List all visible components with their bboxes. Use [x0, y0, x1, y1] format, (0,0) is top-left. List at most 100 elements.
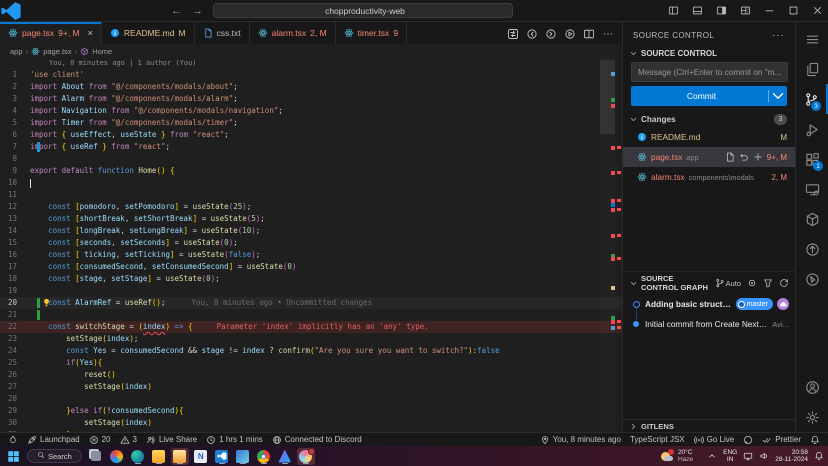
- commit-row[interactable]: Initial commit from Create Next AppAvi..…: [623, 314, 795, 334]
- graph-auto-toggle[interactable]: Auto: [715, 278, 741, 288]
- changed-file-README.md[interactable]: README.mdM: [623, 127, 795, 147]
- file-explorer-icon[interactable]: [150, 448, 168, 465]
- extensions-icon[interactable]: 1: [796, 144, 828, 174]
- status-item-prettier[interactable]: Prettier: [762, 435, 801, 445]
- commit-button[interactable]: Commit: [631, 86, 787, 106]
- status-item-live-share[interactable]: Live Share: [146, 435, 197, 445]
- run-icon[interactable]: [564, 27, 576, 39]
- status-item[interactable]: [743, 435, 753, 445]
- status-item[interactable]: [810, 435, 820, 445]
- command-center-search[interactable]: chopproductivity-web: [213, 3, 513, 18]
- tab-page.tsx[interactable]: page.tsx9+, M×: [0, 22, 102, 44]
- taskbar-search[interactable]: Search: [27, 449, 82, 463]
- branch-badge[interactable]: master: [736, 298, 773, 310]
- code-line[interactable]: 15 const [seconds, setSeconds] = useStat…: [0, 237, 622, 249]
- discard-icon[interactable]: [739, 152, 749, 162]
- record-icon[interactable]: [747, 278, 757, 288]
- sticky-notes-icon[interactable]: [171, 448, 189, 465]
- breadcrumb-item-page.tsx[interactable]: page.tsx: [31, 47, 71, 56]
- previous-change-icon[interactable]: [526, 27, 538, 39]
- code-editor[interactable]: You, 8 minutes ago | 1 author (You) 1'us…: [0, 58, 622, 432]
- cloud-upload-icon[interactable]: [777, 298, 789, 310]
- status-item-go-live[interactable]: Go Live: [694, 435, 735, 445]
- language-indicator[interactable]: ENG IN: [723, 449, 737, 463]
- code-line[interactable]: 10: [0, 177, 622, 189]
- code-line[interactable]: 6import { useEffect, useState } from "re…: [0, 129, 622, 141]
- breadcrumb-item-Home[interactable]: Home: [80, 47, 112, 56]
- code-line[interactable]: 28: [0, 393, 622, 405]
- lightbulb-icon[interactable]: [42, 298, 51, 307]
- tab-alarm.tsx[interactable]: alarm.tsx2, M: [250, 22, 336, 44]
- open-changes-icon[interactable]: [507, 27, 519, 39]
- nav-back-icon[interactable]: ←: [171, 5, 182, 17]
- code-line[interactable]: 26 reset(): [0, 369, 622, 381]
- commit-message-input[interactable]: [631, 62, 788, 82]
- scm-section-header[interactable]: SOURCE CONTROL: [623, 48, 795, 61]
- code-line[interactable]: 22 const switchStage = (index) => {Param…: [0, 321, 622, 333]
- code-line[interactable]: 27 setStage(index): [0, 381, 622, 393]
- account-icon[interactable]: [796, 372, 828, 402]
- tab-timer.tsx[interactable]: timer.tsx9: [336, 22, 407, 44]
- photos-icon[interactable]: [234, 448, 252, 465]
- clock-app-icon[interactable]: [297, 448, 315, 465]
- code-line[interactable]: 12 const [pomodoro, setPomodoro] = useSt…: [0, 201, 622, 213]
- codelens-annotation[interactable]: You, 8 minutes ago | 1 author (You): [49, 58, 622, 69]
- code-line[interactable]: 31 }: [0, 429, 622, 432]
- panel-right-icon[interactable]: [710, 1, 732, 21]
- code-line[interactable]: 17 const [consumedSecond, setConsumedSec…: [0, 261, 622, 273]
- status-item-20[interactable]: 20: [89, 435, 111, 445]
- commit-row[interactable]: Adding basic structure a...master: [623, 294, 795, 314]
- code-line[interactable]: 5import Timer from "@/components/modals/…: [0, 117, 622, 129]
- compass-icon[interactable]: [796, 234, 828, 264]
- code-line[interactable]: 18 const [stage, setStage] = useState(0)…: [0, 273, 622, 285]
- status-item-3[interactable]: 3: [120, 435, 137, 445]
- code-line[interactable]: 8: [0, 153, 622, 165]
- monitor-icon[interactable]: [743, 451, 753, 461]
- weather-widget[interactable]: 20°C Haze: [660, 449, 693, 463]
- tab-README.md[interactable]: README.mdM: [102, 22, 195, 44]
- status-item-you-8-minutes-ago[interactable]: You, 8 minutes ago: [540, 435, 621, 445]
- vscode-icon[interactable]: [213, 448, 231, 465]
- status-item-connected-to-discord[interactable]: Connected to Discord: [272, 435, 362, 445]
- panel-left-icon[interactable]: [662, 1, 684, 21]
- code-line[interactable]: 2import About from "@/components/modals/…: [0, 81, 622, 93]
- code-line[interactable]: 3import Alarm from "@/components/modals/…: [0, 93, 622, 105]
- code-line[interactable]: 23 setStage(index);: [0, 333, 622, 345]
- tab-css.txt[interactable]: css.txt: [195, 22, 250, 44]
- code-line[interactable]: 13 const [shortBreak, setShortBreak] = u…: [0, 213, 622, 225]
- changed-file-page.tsx[interactable]: page.tsxapp9+, M: [623, 147, 795, 167]
- chrome-icon[interactable]: [255, 448, 273, 465]
- layout-icon[interactable]: [734, 1, 756, 21]
- code-line[interactable]: 21: [0, 309, 622, 321]
- goto-file-icon[interactable]: [725, 152, 735, 162]
- code-line[interactable]: 24 const Yes = consumedSecond && stage !…: [0, 345, 622, 357]
- clock[interactable]: 20:58 28-11-2024: [775, 449, 808, 463]
- scm-graph-header[interactable]: SOURCE CONTROL GRAPH Auto: [623, 271, 795, 294]
- split-editor-icon[interactable]: [583, 27, 595, 39]
- status-item-1-hrs-1-mins[interactable]: 1 hrs 1 mins: [206, 435, 263, 445]
- canva-icon[interactable]: [276, 448, 294, 465]
- code-line[interactable]: 9export default function Home() {: [0, 165, 622, 177]
- cube-icon[interactable]: [796, 204, 828, 234]
- copilot-icon[interactable]: [108, 448, 126, 465]
- settings-gear-icon[interactable]: [796, 402, 828, 432]
- close-icon[interactable]: [806, 1, 828, 21]
- minimap[interactable]: [600, 58, 615, 432]
- changes-section-header[interactable]: Changes 3: [623, 112, 795, 127]
- status-item-typescript-jsx[interactable]: TypeScript JSX: [630, 435, 685, 445]
- code-line[interactable]: 20 const AlarmRef = useRef();You, 8 minu…: [0, 297, 622, 309]
- tray-caret-up-icon[interactable]: [707, 451, 717, 461]
- plus-icon[interactable]: [753, 152, 763, 162]
- debug-icon[interactable]: [796, 114, 828, 144]
- code-line[interactable]: 19: [0, 285, 622, 297]
- maximize-icon[interactable]: [782, 1, 804, 21]
- more-actions-icon[interactable]: ···: [772, 30, 785, 41]
- panel-bottom-icon[interactable]: [686, 1, 708, 21]
- live-pointer-icon[interactable]: [796, 264, 828, 294]
- notification-bell-icon[interactable]: [814, 451, 824, 461]
- code-line[interactable]: 30 setStage(index): [0, 417, 622, 429]
- speaker-icon[interactable]: [759, 451, 769, 461]
- filter-icon[interactable]: [763, 278, 773, 288]
- code-line[interactable]: 16 const [ ticking, setTicking] = useSta…: [0, 249, 622, 261]
- menu-icon[interactable]: [796, 24, 828, 54]
